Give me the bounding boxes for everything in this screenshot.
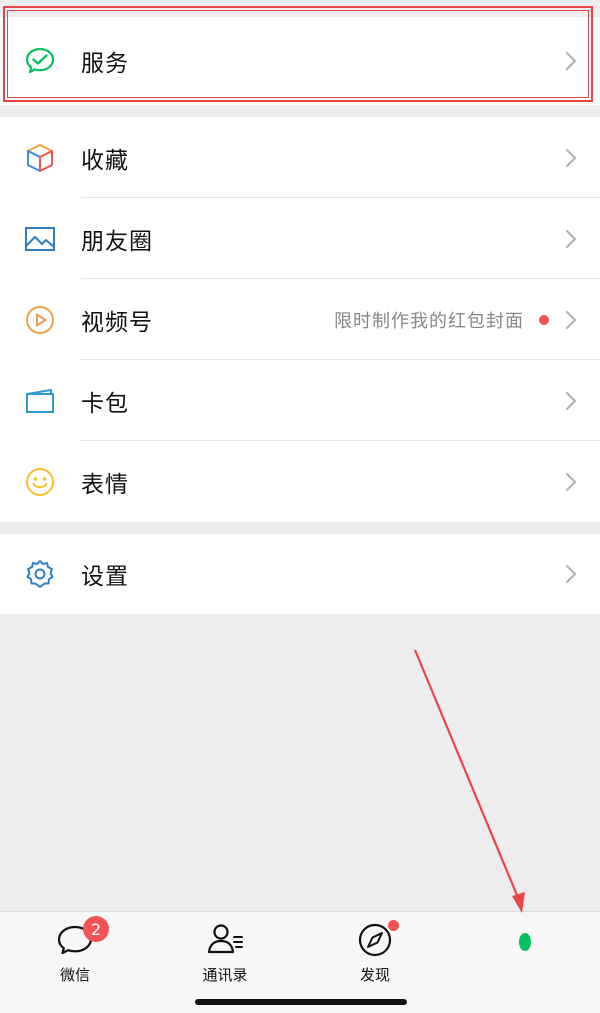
tab-label-chats: 微信 <box>59 966 90 984</box>
menu-row-channels[interactable]: 视频号 限时制作我的红包封面 <box>0 279 600 360</box>
chat-icon: 2 <box>55 916 109 960</box>
section-gap <box>0 522 600 534</box>
channels-promo-text: 限时制作我的红包封面 <box>334 310 524 332</box>
chevron-right-icon <box>565 148 577 167</box>
section-gap <box>0 105 600 117</box>
discover-group: 收藏 朋友圈 视频号 限时制作我的红包封面 卡包 表情 <box>0 117 600 522</box>
top-spacer <box>0 0 600 17</box>
contacts-icon <box>205 920 245 960</box>
tab-me[interactable] <box>470 920 580 990</box>
unread-badge: 2 <box>83 916 109 942</box>
menu-row-moments[interactable]: 朋友圈 <box>0 198 600 279</box>
services-group: 服务 <box>0 17 600 105</box>
menu-row-services[interactable]: 服务 <box>0 17 600 105</box>
tab-label-discover: 发现 <box>359 966 390 984</box>
compass-icon <box>355 920 399 960</box>
wechat-pay-icon <box>24 45 56 77</box>
new-indicator-dot <box>539 314 549 325</box>
menu-label-moments: 朋友圈 <box>81 228 153 255</box>
new-indicator-dot <box>388 920 399 931</box>
wallet-icon <box>24 385 56 417</box>
tab-discover[interactable]: 发现 <box>320 920 430 990</box>
menu-row-favorites[interactable]: 收藏 <box>0 117 600 198</box>
home-indicator <box>195 999 407 1005</box>
chevron-right-icon <box>565 472 577 491</box>
menu-row-stickers[interactable]: 表情 <box>0 441 600 522</box>
chevron-right-icon <box>565 564 577 584</box>
bottom-tab-bar: 2 微信 通讯录 发现 <box>0 911 600 1013</box>
tab-label-contacts: 通讯录 <box>202 966 248 984</box>
smiley-icon <box>24 466 56 498</box>
chevron-right-icon <box>565 391 577 410</box>
menu-label-card-wallet: 卡包 <box>81 390 129 417</box>
me-icon <box>505 920 545 960</box>
tab-chats[interactable]: 2 微信 <box>20 916 130 990</box>
play-icon <box>24 304 56 336</box>
menu-row-card-wallet[interactable]: 卡包 <box>0 360 600 441</box>
menu-label-channels: 视频号 <box>81 309 153 336</box>
image-icon <box>24 223 56 255</box>
settings-group: 设置 <box>0 534 600 614</box>
cube-icon <box>24 142 56 174</box>
tab-contacts[interactable]: 通讯录 <box>170 920 280 990</box>
me-page: 服务 收藏 朋友圈 视频号 限时制作我的红包封面 卡包 表情 设置 <box>0 0 600 614</box>
chevron-right-icon <box>565 229 577 248</box>
menu-row-settings[interactable]: 设置 <box>0 534 600 614</box>
menu-label-stickers: 表情 <box>81 471 129 498</box>
menu-label-favorites: 收藏 <box>81 147 129 174</box>
menu-label-services: 服务 <box>81 51 129 77</box>
gear-icon <box>24 558 56 590</box>
menu-label-settings: 设置 <box>81 564 129 590</box>
chevron-right-icon <box>565 310 577 329</box>
chevron-right-icon <box>565 51 577 71</box>
